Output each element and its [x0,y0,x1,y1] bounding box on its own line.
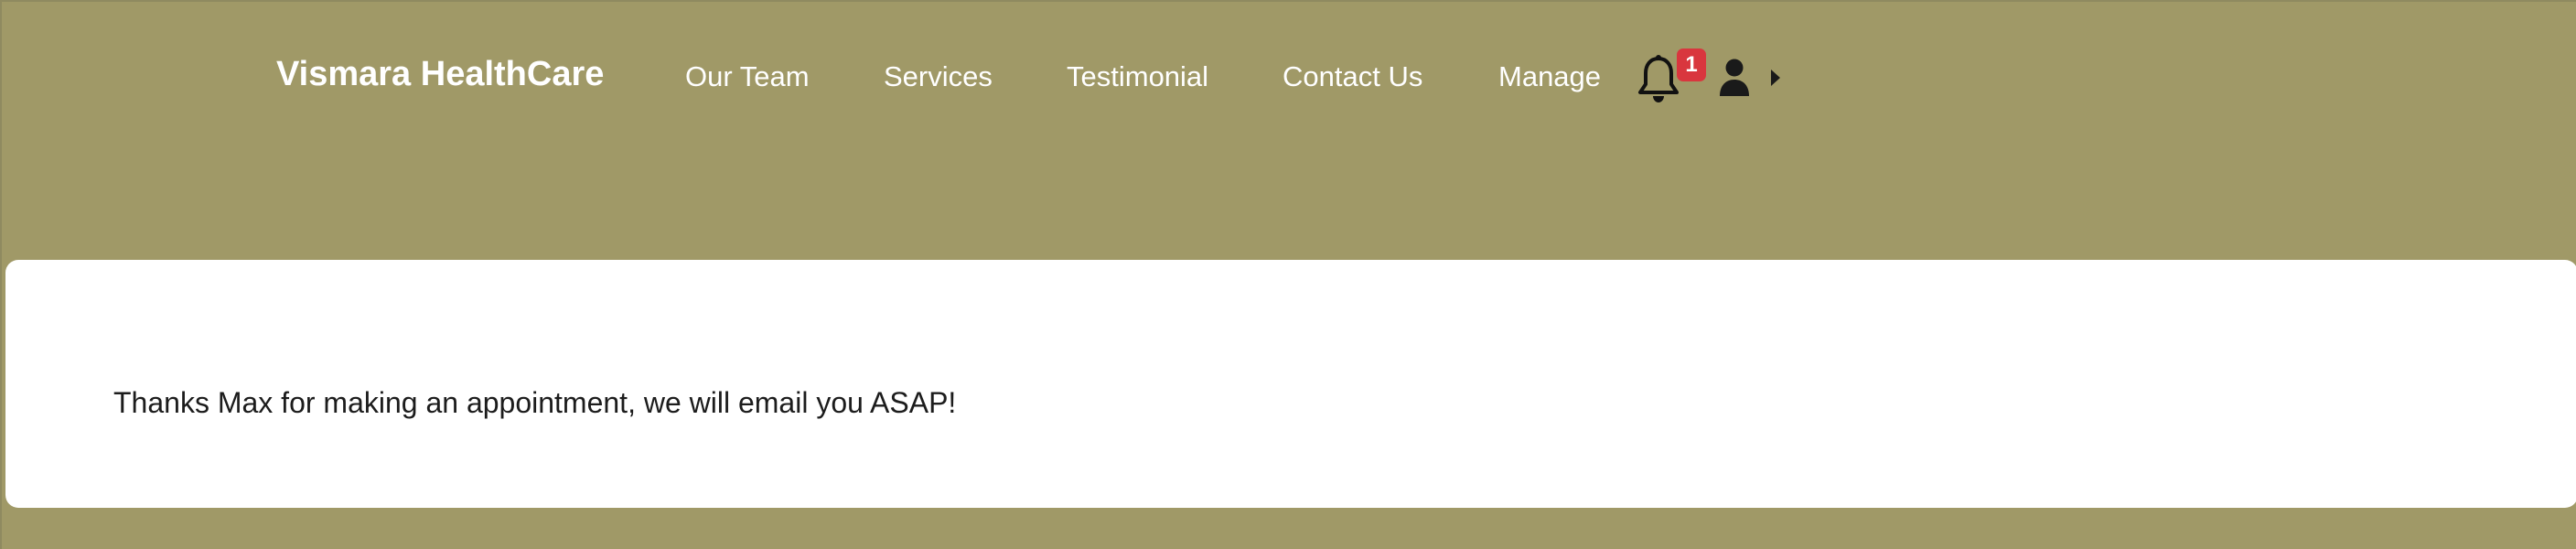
user-icon [1718,59,1751,97]
confirmation-card: Thanks Max for making an appointment, we… [5,260,2576,508]
nav-link-our-team[interactable]: Our Team [685,60,810,93]
nav-link-services[interactable]: Services [884,60,993,93]
app-page: Vismara HealthCare Our Team Services Tes… [0,0,2576,549]
user-menu-toggle[interactable] [1718,59,1786,97]
bell-icon[interactable] [1637,53,1680,104]
appointment-confirmation-message: Thanks Max for making an appointment, we… [113,386,957,419]
caret-right-icon [1769,69,1782,87]
brand-logo-link[interactable]: Vismara HealthCare [276,55,604,94]
nav-link-testimonial[interactable]: Testimonial [1067,60,1208,93]
nav-link-contact-us[interactable]: Contact Us [1283,60,1422,93]
top-navbar: Vismara HealthCare Our Team Services Tes… [2,2,2576,157]
nav-link-manage[interactable]: Manage [1498,60,1601,93]
notification-count-badge: 1 [1677,48,1706,81]
